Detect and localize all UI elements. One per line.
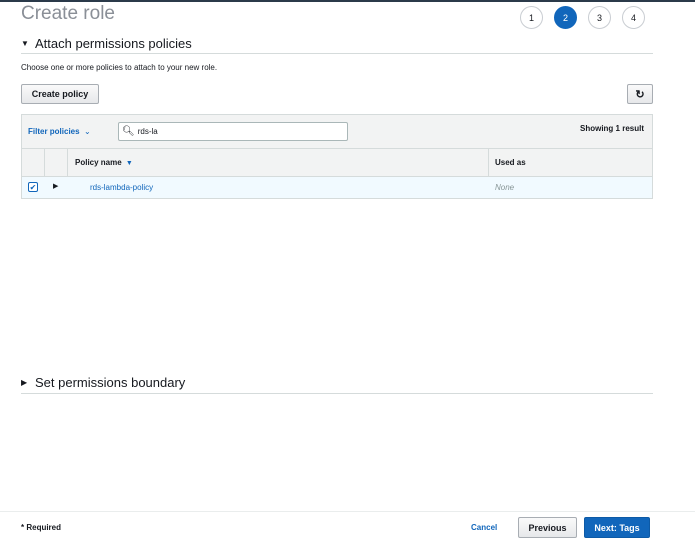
- step-2[interactable]: 2: [554, 6, 577, 29]
- search-input[interactable]: [137, 127, 338, 136]
- table-row[interactable]: ✔ ▶ rds-lambda-policy None: [22, 177, 652, 198]
- policies-table: Filter policies ⌄ 🔍︎ Showing 1 result Po…: [21, 114, 653, 199]
- used-as-column-header: Used as: [495, 158, 526, 167]
- column-divider: [44, 149, 45, 177]
- footer: * Required Cancel Previous Next: Tags: [0, 511, 695, 541]
- refresh-button[interactable]: ↻: [627, 84, 653, 104]
- sort-down-icon: ▼: [123, 160, 133, 167]
- step-1[interactable]: 1: [520, 6, 543, 29]
- caret-right-icon[interactable]: ▶: [53, 182, 58, 190]
- section-divider: [21, 53, 653, 54]
- filter-policies-label: Filter policies: [28, 127, 80, 136]
- table-header: Policy name ▼ Used as: [22, 149, 652, 177]
- search-box[interactable]: 🔍︎: [118, 122, 348, 141]
- attach-description: Choose one or more policies to attach to…: [21, 63, 218, 72]
- column-divider: [67, 149, 68, 177]
- result-count: Showing 1 result: [579, 124, 644, 133]
- step-3[interactable]: 3: [588, 6, 611, 29]
- used-as-value: None: [495, 183, 515, 192]
- required-note: * Required: [21, 523, 62, 532]
- page-title: Create role: [21, 3, 115, 24]
- filter-bar: Filter policies ⌄ 🔍︎ Showing 1 result: [22, 115, 652, 149]
- top-bar: [0, 0, 695, 2]
- row-checkbox[interactable]: ✔: [28, 182, 38, 192]
- attach-policies-heading: Attach permissions policies: [35, 36, 192, 51]
- permissions-boundary-toggle[interactable]: ▶ Set permissions boundary: [21, 375, 185, 390]
- step-4[interactable]: 4: [622, 6, 645, 29]
- refresh-icon: ↻: [635, 88, 645, 101]
- caret-right-icon: ▶: [21, 378, 28, 387]
- create-policy-button[interactable]: Create policy: [21, 84, 99, 104]
- cancel-button[interactable]: Cancel: [471, 523, 497, 532]
- column-divider: [488, 149, 489, 177]
- wizard-steps: 1 2 3 4: [520, 6, 645, 29]
- policy-name-header-label: Policy name: [75, 158, 122, 167]
- chevron-down-icon: ⌄: [81, 127, 91, 136]
- filter-policies-dropdown[interactable]: Filter policies ⌄: [28, 127, 91, 136]
- permissions-boundary-heading: Set permissions boundary: [35, 375, 186, 390]
- search-icon: 🔍︎: [122, 126, 135, 137]
- policy-name-link[interactable]: rds-lambda-policy: [90, 183, 153, 192]
- section-divider: [21, 393, 653, 394]
- attach-policies-toggle[interactable]: ▼ Attach permissions policies: [21, 36, 192, 51]
- next-tags-button[interactable]: Next: Tags: [584, 517, 650, 538]
- previous-button[interactable]: Previous: [518, 517, 577, 538]
- caret-down-icon: ▼: [21, 39, 29, 48]
- policy-name-column-header[interactable]: Policy name ▼: [75, 158, 133, 167]
